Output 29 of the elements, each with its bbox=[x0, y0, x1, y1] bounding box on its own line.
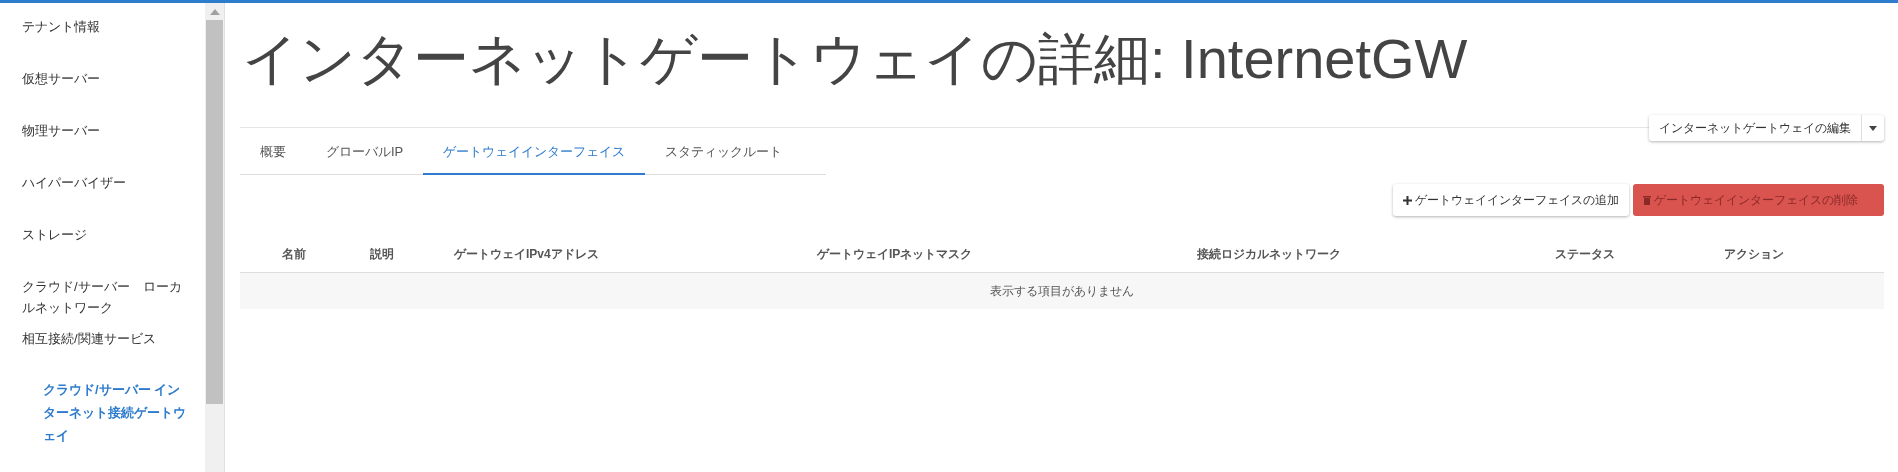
column-header: 説明 bbox=[370, 246, 394, 263]
tab[interactable]: スタティックルート bbox=[645, 130, 803, 175]
sidebar-item[interactable]: クラウド/サーバー ローカルネットワーク bbox=[0, 274, 205, 326]
sidebar-item[interactable]: ハイパーバイザー bbox=[0, 170, 205, 222]
column-header: ゲートウェイIPv4アドレス bbox=[454, 246, 599, 263]
plus-icon bbox=[1403, 195, 1412, 205]
tab[interactable]: 概要 bbox=[240, 130, 306, 175]
edit-button[interactable]: インターネットゲートウェイの編集 bbox=[1649, 115, 1862, 141]
empty-message: 表示する項目がありません bbox=[990, 283, 1134, 300]
sidebar-item[interactable]: テナント情報 bbox=[0, 14, 205, 66]
column-header: 接続ロジカルネットワーク bbox=[1197, 246, 1341, 263]
sidebar-item[interactable]: 物理サーバー bbox=[0, 118, 205, 170]
scrollbar[interactable] bbox=[205, 3, 225, 472]
page-title: インターネットゲートウェイの詳細: InternetGW bbox=[242, 31, 1469, 92]
trash-icon bbox=[1643, 195, 1651, 205]
scrollbar-thumb[interactable] bbox=[206, 20, 223, 404]
column-header: アクション bbox=[1724, 246, 1784, 263]
column-header: ゲートウェイIPネットマスク bbox=[817, 246, 973, 263]
add-button[interactable]: ゲートウェイインターフェイスの追加 bbox=[1393, 184, 1629, 216]
sidebar-item[interactable]: 相互接続/関連サービス bbox=[0, 326, 205, 378]
tab[interactable]: ゲートウェイインターフェイス bbox=[423, 130, 646, 175]
sidebar-item[interactable]: クラウド/サーバー インターネット接続ゲートウェイ bbox=[0, 378, 205, 447]
column-header: ステータス bbox=[1555, 246, 1615, 263]
scroll-up-icon[interactable] bbox=[209, 9, 220, 15]
column-header: 名前 bbox=[282, 246, 306, 263]
sidebar-item[interactable]: 仮想サーバー bbox=[0, 66, 205, 118]
caret-icon bbox=[1869, 125, 1877, 131]
sidebar-item[interactable]: ストレージ bbox=[0, 222, 205, 274]
tab[interactable]: グローバルIP bbox=[306, 130, 424, 175]
